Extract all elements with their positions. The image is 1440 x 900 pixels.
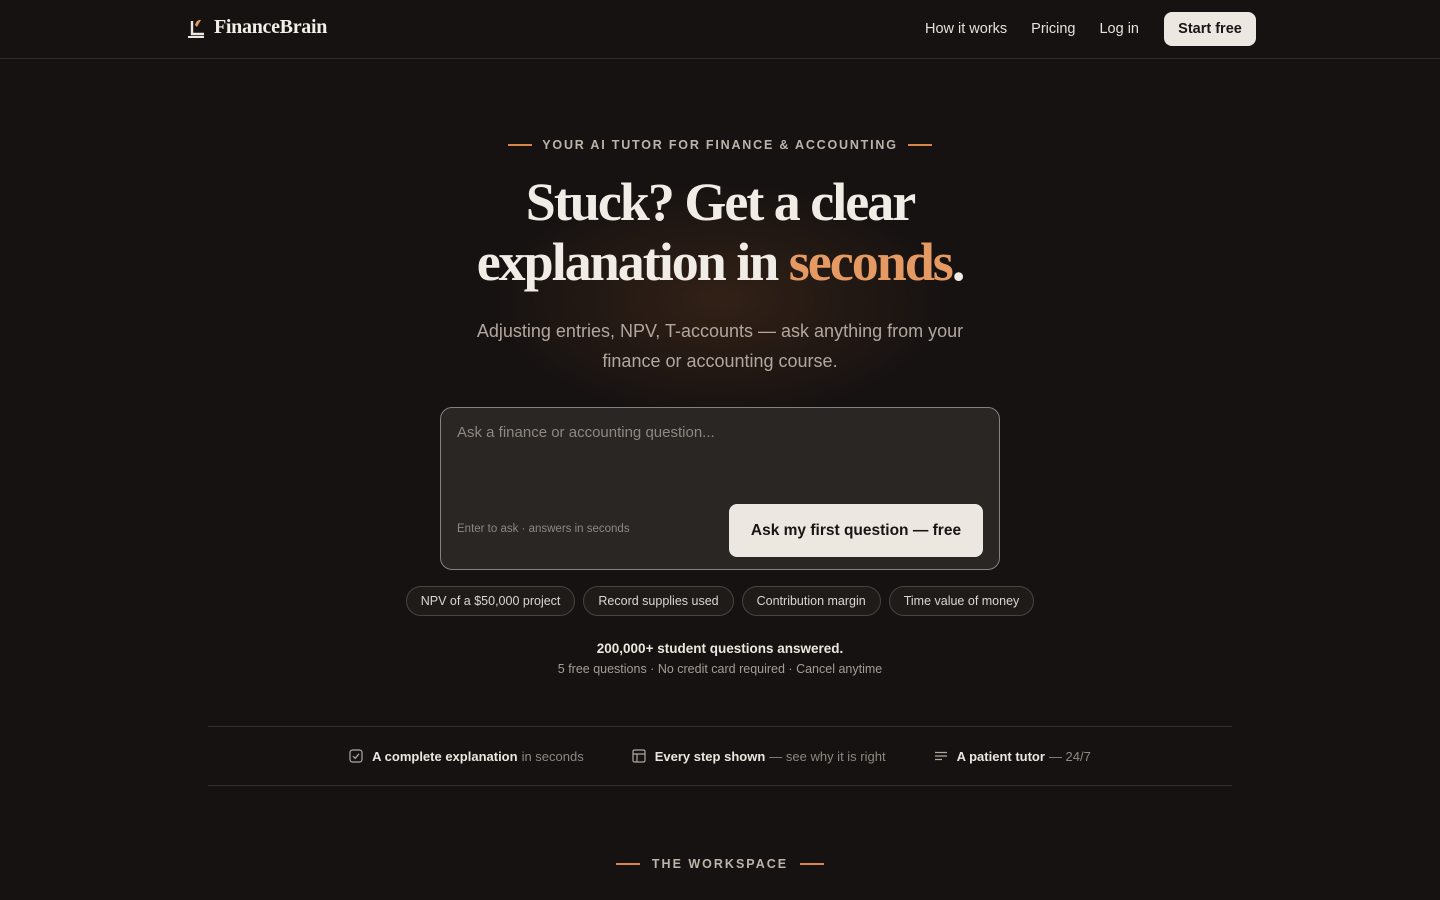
lines-icon xyxy=(934,751,947,761)
eyebrow-dash-left xyxy=(508,144,533,146)
headline-accent: seconds xyxy=(788,232,954,292)
headline-line-2: explanation in xyxy=(476,232,789,292)
start-free-button[interactable]: Start free xyxy=(1164,12,1256,46)
chip-contribution-margin[interactable]: Contribution margin xyxy=(741,586,881,616)
nav-link-pricing[interactable]: Pricing xyxy=(1031,12,1075,46)
headline-line-1: Stuck? Get a clear xyxy=(525,172,916,232)
nav-link-log-in[interactable]: Log in xyxy=(1099,12,1139,46)
brand-name: FinanceBrain xyxy=(214,16,328,38)
steps-icon xyxy=(632,749,646,763)
headline-period: . xyxy=(951,232,965,292)
stats-main: 200,000+ student questions answered. xyxy=(596,641,844,656)
brand-logo[interactable]: FinanceBrain xyxy=(186,16,327,39)
stats-sub: 5 free questions · No credit card requir… xyxy=(557,662,883,676)
feature-title: A complete explanation xyxy=(372,748,518,764)
workspace-eyebrow: THE WORKSPACE xyxy=(0,857,1440,871)
chip-time-value-of-money[interactable]: Time value of money xyxy=(888,586,1035,616)
feature-detail: — 24/7 xyxy=(1048,748,1091,764)
question-input[interactable] xyxy=(457,424,977,494)
eyebrow-dash-right xyxy=(907,144,932,146)
hero-headline: Stuck? Get a clear explanation in second… xyxy=(0,172,1440,292)
feature-item: A complete explanation in seconds xyxy=(349,749,584,764)
feature-item: Every step shown — see why it is right xyxy=(632,749,886,764)
hero-eyebrow: YOUR AI TUTOR FOR FINANCE & ACCOUNTING xyxy=(0,138,1440,152)
check-square-icon xyxy=(349,749,363,763)
top-nav: FinanceBrain How it works Pricing Log in… xyxy=(0,0,1440,59)
nav-link-how-it-works[interactable]: How it works xyxy=(925,12,1007,46)
chip-npv[interactable]: NPV of a $50,000 project xyxy=(405,586,576,616)
feature-title: Every step shown xyxy=(654,748,766,764)
ask-first-question-button[interactable]: Ask my first question — free xyxy=(729,504,983,557)
feature-title: A patient tutor xyxy=(956,748,1045,764)
feature-strip: A complete explanation in seconds Every s… xyxy=(208,726,1232,786)
brand-mark-icon xyxy=(188,19,204,38)
hero-subhead: Adjusting entries, NPV, T-accounts — ask… xyxy=(476,321,964,371)
ask-hint: Enter to ask · answers in seconds xyxy=(457,523,630,535)
eyebrow-dash-left xyxy=(615,863,640,865)
social-proof: 200,000+ student questions answered. 5 f… xyxy=(0,640,1440,680)
ask-box: Enter to ask · answers in seconds Ask my… xyxy=(440,407,1000,570)
hero-eyebrow-text: YOUR AI TUTOR FOR FINANCE & ACCOUNTING xyxy=(542,138,898,152)
eyebrow-dash-right xyxy=(800,863,825,865)
suggestion-chips: NPV of a $50,000 project Record supplies… xyxy=(0,586,1440,616)
feature-detail: — see why it is right xyxy=(769,748,886,764)
feature-detail: in seconds xyxy=(521,748,584,764)
feature-item: A patient tutor — 24/7 xyxy=(934,749,1091,764)
workspace-eyebrow-text: THE WORKSPACE xyxy=(651,857,789,871)
chip-record-supplies[interactable]: Record supplies used xyxy=(583,586,734,616)
nav-links: How it works Pricing Log in Start free xyxy=(925,12,1256,46)
